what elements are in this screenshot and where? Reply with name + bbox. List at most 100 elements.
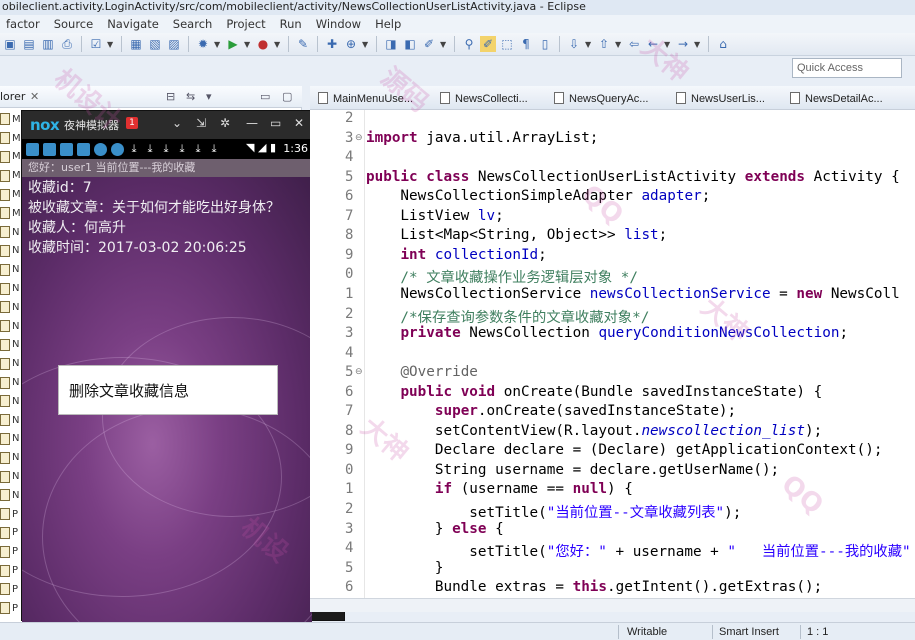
- chevron-down-icon[interactable]: ▼: [615, 40, 623, 49]
- block-selection-icon[interactable]: ⬚: [499, 36, 515, 52]
- back-icon[interactable]: ←: [645, 36, 661, 52]
- open-folder-icon[interactable]: ◧: [402, 36, 418, 52]
- code-token: + username +: [606, 544, 728, 561]
- chevron-down-icon[interactable]: ▼: [694, 40, 702, 49]
- search-tool-icon[interactable]: ✐: [421, 36, 437, 52]
- editor-tab[interactable]: NewsQueryAc...: [554, 90, 648, 108]
- delete-collection-button[interactable]: 删除文章收藏信息: [58, 365, 278, 415]
- code-token: );: [805, 422, 823, 439]
- code-token: list: [624, 227, 659, 244]
- save-all-icon[interactable]: ▥: [40, 36, 56, 52]
- line-number: 4: [345, 149, 354, 166]
- editor-tab[interactable]: NewsUserLis...: [676, 90, 765, 108]
- editor-tab[interactable]: MainMenuUse...: [318, 90, 413, 108]
- code-editor[interactable]: 2 3 ⊖ import java.util.ArrayList; 4 5 public c…: [310, 110, 915, 598]
- show-source-icon[interactable]: ▯: [537, 36, 553, 52]
- debug-icon[interactable]: ✹: [195, 36, 211, 52]
- code-token: /*保存查询参数条件的文章收藏对象*/: [366, 309, 650, 326]
- code-token: ;: [839, 325, 849, 342]
- open-type-icon[interactable]: ◨: [383, 36, 399, 52]
- external-tools-icon[interactable]: ●: [255, 36, 271, 52]
- quick-access-input[interactable]: Quick Access: [792, 58, 902, 78]
- chevron-down-icon[interactable]: ▼: [244, 40, 252, 49]
- last-edit-icon[interactable]: ⇦: [626, 36, 642, 52]
- chevron-down-icon[interactable]: ▼: [585, 40, 593, 49]
- collapse-all-icon[interactable]: ⊟: [166, 86, 175, 108]
- code-token: ;: [658, 227, 668, 244]
- menu-source[interactable]: Source: [48, 15, 102, 33]
- fold-toggle-icon[interactable]: ⊖: [355, 367, 363, 377]
- chevron-down-icon[interactable]: ▼: [214, 40, 222, 49]
- code-line: private NewsCollection queryConditionNew…: [366, 325, 848, 341]
- toggle-mark-icon[interactable]: ⚲: [461, 36, 477, 52]
- code-token: public: [366, 168, 418, 185]
- chevron-down-icon[interactable]: ▼: [440, 40, 448, 49]
- next-annotation-icon[interactable]: ⇩: [566, 36, 582, 52]
- download-icon: ⤓: [211, 142, 217, 155]
- fold-toggle-icon[interactable]: ⊖: [355, 133, 363, 143]
- notification-badge: 1: [126, 117, 138, 129]
- minimize-icon[interactable]: —: [246, 116, 258, 130]
- previous-annotation-icon[interactable]: ⇧: [596, 36, 612, 52]
- editor-tab[interactable]: NewsDetailAc...: [790, 90, 883, 108]
- java-file-icon: [0, 113, 10, 126]
- code-token: NewsCollectionService: [366, 285, 590, 302]
- print-icon[interactable]: ⎙: [59, 36, 75, 52]
- editor-tab[interactable]: NewsCollecti...: [440, 90, 528, 108]
- highlight-icon[interactable]: ✐: [480, 36, 496, 52]
- new-package-icon[interactable]: ⊕: [343, 36, 359, 52]
- maximize-view-icon[interactable]: ▢: [282, 86, 292, 108]
- new-icon[interactable]: ▣: [2, 36, 18, 52]
- code-line: Declare declare = (Declare) getApplicati…: [366, 442, 883, 458]
- android-avd-icon[interactable]: ▨: [166, 36, 182, 52]
- app-title-bar: 您好：user1 当前位置---我的收藏: [22, 159, 312, 177]
- app-notification-icon: [111, 142, 124, 156]
- code-token: collectionId: [434, 246, 539, 263]
- code-token: /* 文章收藏操作业务逻辑层对象 */: [366, 270, 638, 287]
- menu-help[interactable]: Help: [369, 15, 409, 33]
- java-file-icon: [0, 489, 10, 502]
- code-token: private: [400, 325, 461, 342]
- chevron-down-icon[interactable]: ⌄: [172, 116, 182, 130]
- code-token: NewsCollectionUserListActivity: [469, 168, 745, 185]
- menu-navigate[interactable]: Navigate: [101, 15, 167, 33]
- pin-icon[interactable]: ⇲: [196, 116, 206, 130]
- folder-icon[interactable]: ▦: [128, 36, 144, 52]
- new-java-class-icon[interactable]: ✚: [324, 36, 340, 52]
- android-sdk-icon[interactable]: ▧: [147, 36, 163, 52]
- code-token: super: [434, 403, 478, 420]
- explorer-tab[interactable]: lorer ✕ ⊟ ⇆ ▾ ▭ ▢: [0, 86, 302, 108]
- code-token: newscollection_list: [641, 422, 805, 439]
- forward-icon[interactable]: →: [675, 36, 691, 52]
- pin-editor-icon[interactable]: ⌂: [715, 36, 731, 52]
- menu-search[interactable]: Search: [167, 15, 221, 33]
- show-whitespace-icon[interactable]: ¶: [518, 36, 534, 52]
- gear-icon[interactable]: ✲: [220, 116, 230, 130]
- save-icon[interactable]: ▤: [21, 36, 37, 52]
- view-menu-icon[interactable]: ▾: [206, 86, 212, 108]
- menu-window[interactable]: Window: [310, 15, 369, 33]
- code-line: int collectionId;: [366, 246, 546, 263]
- menu-project[interactable]: Project: [220, 15, 273, 33]
- chevron-down-icon[interactable]: ▼: [362, 40, 370, 49]
- chevron-down-icon[interactable]: ▼: [107, 40, 115, 49]
- editor-tab-label: NewsQueryAc...: [569, 93, 649, 105]
- maximize-icon[interactable]: ▭: [270, 116, 281, 130]
- chevron-down-icon[interactable]: ▼: [664, 40, 672, 49]
- explorer-tab-label: lorer: [0, 90, 26, 103]
- link-editor-icon[interactable]: ⇆: [186, 86, 195, 108]
- chevron-down-icon[interactable]: ▼: [274, 40, 282, 49]
- code-line: setTitle("您好：" + username + " 当前位置---我的收…: [366, 540, 910, 561]
- run-icon[interactable]: ▶: [225, 36, 241, 52]
- menu-refactor[interactable]: factor: [0, 15, 48, 33]
- cursor-position: 1 : 1: [807, 626, 829, 638]
- minimize-view-icon[interactable]: ▭: [260, 86, 270, 108]
- explorer-row-label: M: [12, 189, 21, 201]
- pen-icon[interactable]: ✎: [295, 36, 311, 52]
- close-icon[interactable]: ✕: [30, 86, 39, 108]
- menu-run[interactable]: Run: [274, 15, 310, 33]
- explorer-row-label: M: [12, 151, 21, 163]
- checkbox-icon[interactable]: ☑: [88, 36, 104, 52]
- horizontal-scrollbar[interactable]: [310, 598, 915, 612]
- close-icon[interactable]: ✕: [294, 116, 304, 130]
